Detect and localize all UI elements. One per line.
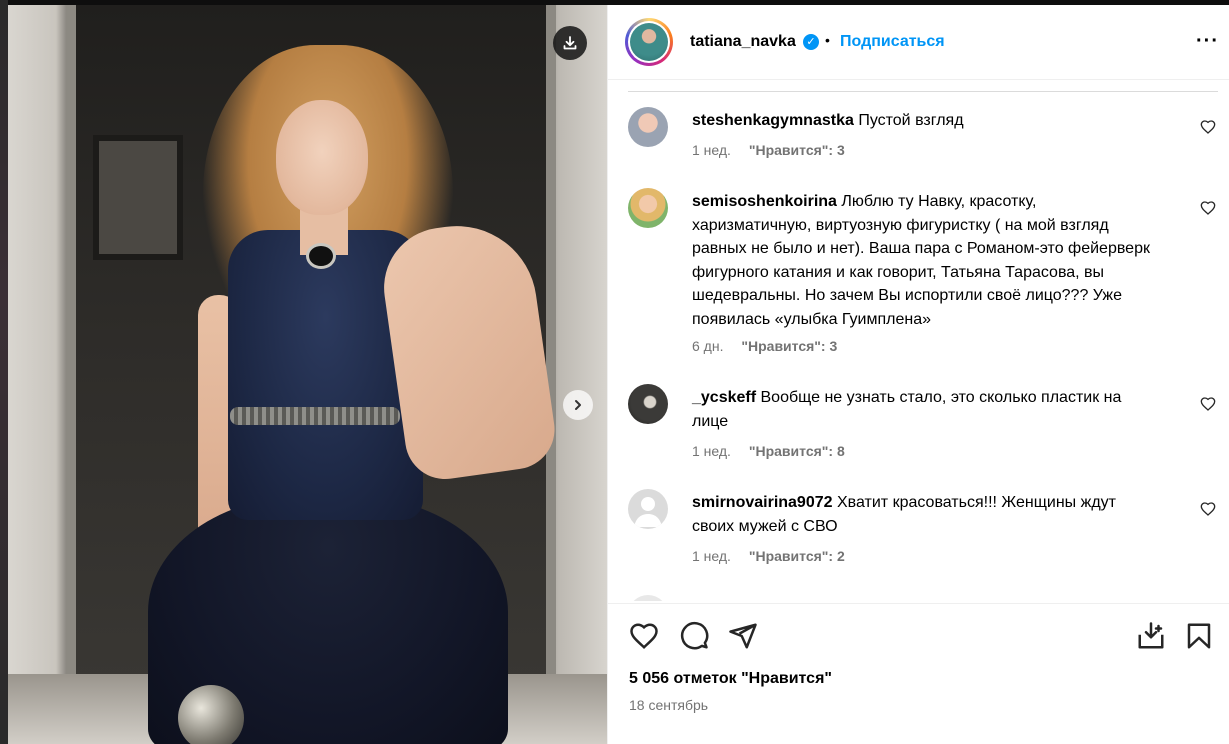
comment-age[interactable]: 1 нед. xyxy=(692,443,731,459)
user-silhouette-icon xyxy=(634,497,662,527)
post-actions: 5 056 отметок "Нравится" 18 сентябрь xyxy=(608,603,1229,744)
photo-background-frame xyxy=(93,135,183,260)
download-icon xyxy=(563,36,577,50)
comment-likes[interactable]: "Нравится": 3 xyxy=(749,142,845,158)
photo-figure-bag xyxy=(178,685,244,744)
more-options-icon[interactable]: ··· xyxy=(1196,30,1219,53)
comment-body: Вообще не узнать стало, это сколько плас… xyxy=(692,389,1122,430)
share-send-icon[interactable] xyxy=(728,621,758,651)
comment-meta: 6 дн. "Нравится": 3 xyxy=(692,338,837,354)
commenter-avatar[interactable] xyxy=(628,188,668,228)
save-to-collection-icon[interactable] xyxy=(1136,621,1166,651)
commenter-avatar[interactable] xyxy=(628,384,668,424)
follow-button[interactable]: Подписаться xyxy=(840,33,945,51)
like-heart-icon[interactable] xyxy=(629,621,659,651)
default-avatar-icon[interactable] xyxy=(628,489,668,529)
comment-age[interactable]: 1 нед. xyxy=(692,142,731,158)
commenter-username[interactable]: _ycskeff xyxy=(692,389,756,406)
commenter-username[interactable]: smirnovairina9072 xyxy=(692,494,833,511)
next-photo-button[interactable] xyxy=(563,390,593,420)
post-likes-count[interactable]: 5 056 отметок "Нравится" xyxy=(629,670,832,688)
comment-meta: 1 нед. "Нравится": 2 xyxy=(692,548,845,564)
chevron-right-icon xyxy=(575,400,581,410)
comment-age[interactable]: 6 дн. xyxy=(692,338,723,354)
comment-text: steshenkagymnastka Пустой взгляд xyxy=(692,109,1152,133)
comment-bubble-icon[interactable] xyxy=(679,621,709,651)
comment-body: Люблю ту Навку, красотку, харизматичную,… xyxy=(692,193,1150,328)
like-comment-heart-icon[interactable] xyxy=(1200,119,1216,135)
download-button[interactable] xyxy=(553,26,587,60)
comment-likes[interactable]: "Нравится": 3 xyxy=(741,338,837,354)
commenter-username[interactable]: semisoshenkoirina xyxy=(692,193,837,210)
backdrop xyxy=(0,0,8,744)
commenter-avatar[interactable] xyxy=(628,107,668,147)
commenter-avatar[interactable] xyxy=(628,595,668,601)
author-username[interactable]: tatiana_navka xyxy=(690,33,796,51)
comment-likes[interactable]: "Нравится": 2 xyxy=(749,548,845,564)
comment-age[interactable]: 1 нед. xyxy=(692,548,731,564)
comment-likes[interactable]: "Нравится": 8 xyxy=(749,443,845,459)
like-comment-heart-icon[interactable] xyxy=(1200,501,1216,517)
post-header: tatiana_navka ✓ • Подписаться ··· xyxy=(608,5,1229,80)
separator-dot: • xyxy=(825,32,830,48)
post-date[interactable]: 18 сентябрь xyxy=(629,697,708,713)
post-photo[interactable] xyxy=(8,5,607,744)
comment-meta: 1 нед. "Нравится": 3 xyxy=(692,142,845,158)
author-avatar[interactable] xyxy=(625,18,673,66)
photo-figure-belt xyxy=(230,407,400,425)
comment-text: semisoshenkoirina Люблю ту Навку, красот… xyxy=(692,190,1152,331)
photo-figure-face xyxy=(276,100,368,215)
comments-list[interactable]: steshenkagymnastka Пустой взгляд 1 нед. … xyxy=(608,81,1229,601)
commenter-username[interactable]: steshenkagymnastka xyxy=(692,112,854,129)
post-details-panel: tatiana_navka ✓ • Подписаться ··· steshe… xyxy=(607,5,1229,744)
like-comment-heart-icon[interactable] xyxy=(1200,396,1216,412)
photo-figure-pendant xyxy=(306,243,336,269)
comment-body: Пустой взгляд xyxy=(858,112,964,129)
comment-meta: 1 нед. "Нравится": 8 xyxy=(692,443,845,459)
like-comment-heart-icon[interactable] xyxy=(1200,200,1216,216)
divider xyxy=(628,91,1218,92)
bookmark-icon[interactable] xyxy=(1184,621,1214,651)
comment-text: smirnovairina9072 Хватит красоваться!!! … xyxy=(692,491,1152,538)
comment-text: _ycskeff Вообще не узнать стало, это ско… xyxy=(692,386,1152,433)
verified-badge-icon: ✓ xyxy=(803,34,819,50)
